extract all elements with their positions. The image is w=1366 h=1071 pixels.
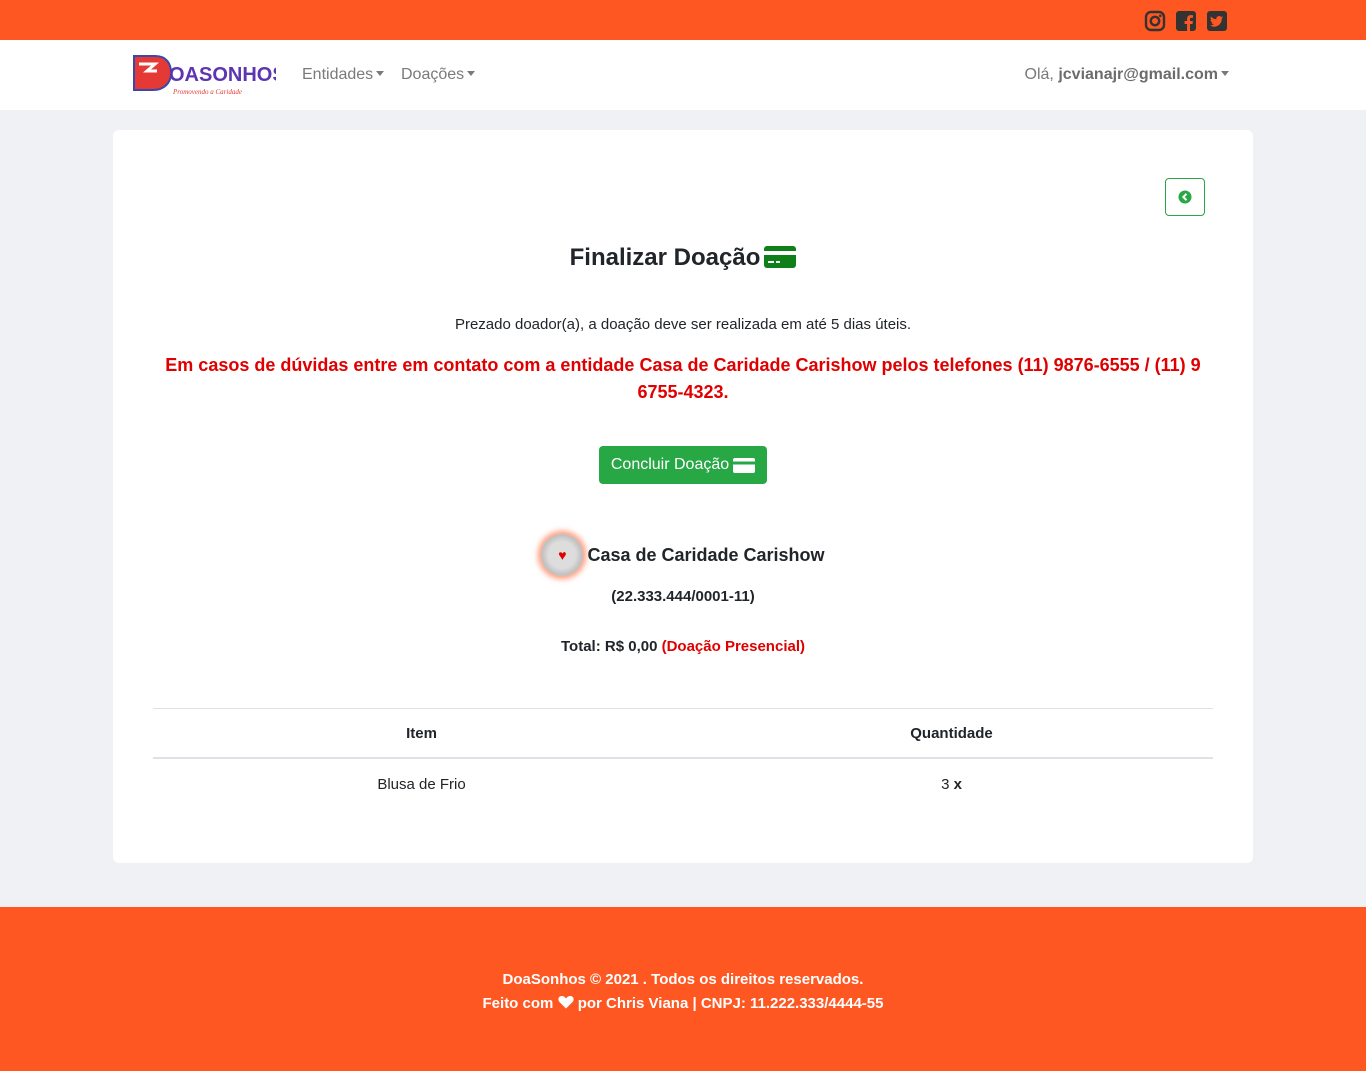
entity-avatar: ♥ [541,534,584,576]
deadline-notice: Prezado doador(a), a doação deve ser rea… [454,316,912,333]
item-quantity: 3 x [690,776,1213,793]
social-links [1144,10,1228,32]
chevron-down-icon [467,71,476,76]
credit-card-icon [733,457,756,473]
logo-tagline: Promovendo a Caridade [172,88,242,96]
quantity-suffix: x [953,775,962,793]
doasonhos-logo[interactable]: OASONHOS Promovendo a Caridade [131,52,276,98]
donation-total: Total: R$ 0,00 (Doação Presencial) [113,638,1253,655]
entity-info: ♥ Casa de Caridade Carishow [113,534,1253,576]
nav-entidades[interactable]: Entidades [302,66,385,84]
page-title-text: Finalizar Doação [569,244,761,271]
credit-card-icon [764,246,797,268]
facebook-icon[interactable] [1175,10,1197,32]
top-bar [0,0,1366,40]
entity-name: Casa de Caridade Carishow [587,544,825,565]
chevron-down-icon [376,71,385,76]
copyright-text: DoaSonhos © 2021 . Todos os direitos res… [502,971,864,988]
column-header-quantity: Quantidade [910,724,993,742]
credits-suffix: por Chris Viana | CNPJ: 11.222.333/4444-… [577,995,884,1012]
nav-doacoes[interactable]: Doações [401,66,476,84]
entity-cnpj: (22.333.444/0001-11) [611,588,755,605]
heart-icon [557,996,574,1009]
table-row: Blusa de Frio 3 x [153,759,1213,809]
items-table: Item Quantidade Blusa de Frio 3 x [153,708,1213,809]
back-button[interactable] [1165,178,1205,216]
navbar: OASONHOS Promovendo a Caridade Entidades… [0,40,1366,110]
footer: DoaSonhos © 2021 . Todos os direitos res… [0,907,1366,1071]
heart-icon: ♥ [558,547,567,563]
total-value: Total: R$ 0,00 [561,638,658,655]
donation-mode: (Doação Presencial) [661,638,805,655]
conclude-donation-label: Concluir Doação [610,456,730,473]
page-title: Finalizar Doação [113,244,1253,272]
contact-info: Em casos de dúvidas entre em contato com… [165,355,1201,402]
user-menu[interactable]: Olá, jcvianajr@gmail.com [1025,66,1229,84]
instagram-icon[interactable] [1144,10,1166,32]
chevron-down-icon [1221,71,1229,76]
quantity-value: 3 [941,775,950,793]
table-header: Item Quantidade [153,709,1213,759]
column-header-item: Item [406,724,437,742]
arrow-left-circle-icon [1178,190,1192,204]
credits-line: Feito com por Chris Viana | CNPJ: 11.222… [0,995,1366,1012]
conclude-donation-button[interactable]: Concluir Doação [599,446,767,484]
user-greeting: Olá, [1024,66,1054,83]
nav-doacoes-label: Doações [401,66,465,83]
user-email: jcvianajr@gmail.com [1058,66,1218,83]
credits-prefix: Feito com [482,995,554,1012]
twitter-icon[interactable] [1206,10,1228,32]
checkout-card: Finalizar Doação Prezado doador(a), a do… [113,130,1253,863]
item-name: Blusa de Frio [377,775,466,793]
nav-entidades-label: Entidades [302,66,374,83]
logo-text: OASONHOS [169,64,276,86]
